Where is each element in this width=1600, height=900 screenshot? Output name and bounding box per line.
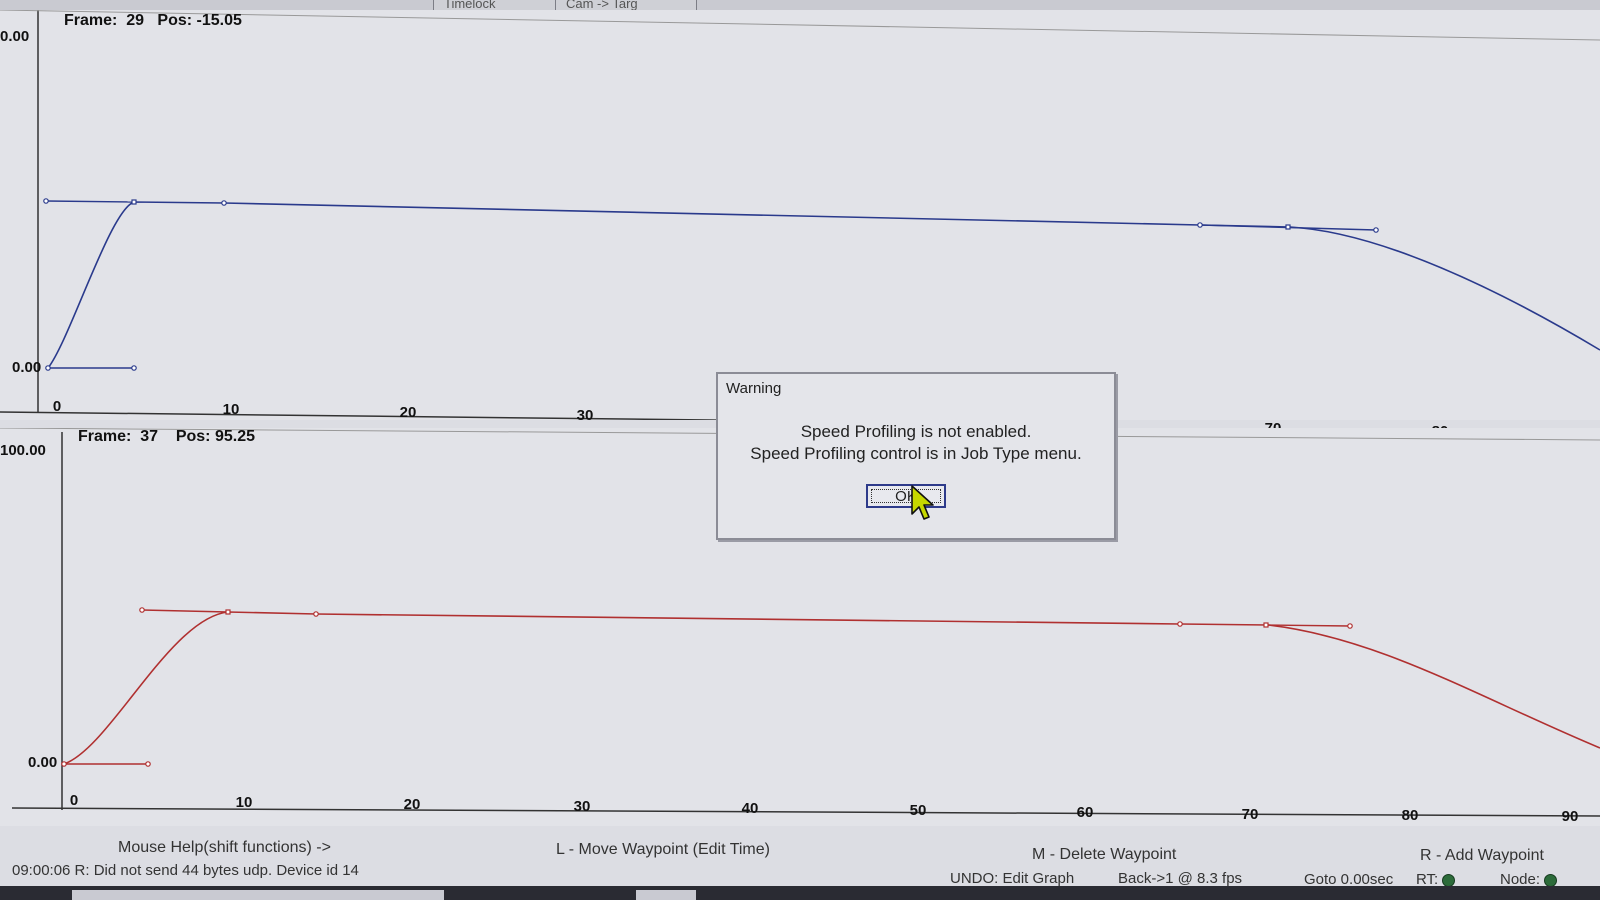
top-waypoint-7 — [1373, 227, 1379, 233]
bottom-x-tick-10: 10 — [235, 794, 253, 811]
taskbar-segment-2[interactable] — [636, 890, 696, 900]
top-graph-plot[interactable] — [0, 10, 1600, 420]
top-waypoint-4 — [221, 200, 227, 206]
bottom-taskbar-strip — [0, 886, 1600, 900]
bottom-x-tick-80: 80 — [1401, 807, 1419, 824]
taskbar-segment-1[interactable] — [72, 890, 444, 900]
top-waypoint-1 — [131, 365, 137, 371]
top-x-tick-10: 10 — [222, 401, 240, 418]
bottom-waypoint-4 — [313, 611, 319, 617]
mouse-help-text: Mouse Help(shift functions) -> — [118, 839, 331, 856]
top-y-max-label: 0.00 — [0, 28, 30, 45]
top-x-tick-0: 0 — [52, 398, 62, 415]
status-log-message: 09:00:06 R: Did not send 44 bytes udp. D… — [12, 862, 359, 879]
bottom-waypoint-5 — [1177, 621, 1183, 627]
top-waypoint-3 — [131, 199, 137, 205]
bottom-waypoint-0 — [61, 761, 67, 767]
top-waypoint-2 — [43, 198, 49, 204]
top-graph-panel[interactable]: Frame: 29 Pos: -15.05 0.00 0.00 0 10 20 … — [0, 10, 1600, 440]
bottom-y-min-label: 0.00 — [28, 754, 58, 771]
bottom-x-tick-70: 70 — [1241, 806, 1259, 823]
bottom-x-tick-20: 20 — [403, 796, 421, 813]
bottom-x-tick-40: 40 — [741, 800, 759, 817]
bottom-waypoint-2 — [139, 607, 145, 613]
bottom-waypoint-1 — [145, 761, 151, 767]
dialog-message-line-1: Speed Profiling is not enabled. — [800, 422, 1032, 441]
bottom-waypoint-7 — [1347, 623, 1353, 629]
top-waypoint-5 — [1197, 222, 1203, 228]
bottom-y-max-label: 100.00 — [0, 442, 46, 459]
bottom-waypoint-6 — [1263, 622, 1269, 628]
top-x-tick-20: 20 — [399, 404, 417, 421]
undo-status[interactable]: UNDO: Edit Graph — [950, 870, 1074, 887]
mouse-cursor-icon — [911, 485, 934, 520]
top-y-min-label: 0.00 — [12, 359, 42, 376]
top-position-curve — [47, 201, 1600, 369]
bottom-x-tick-60: 60 — [1076, 804, 1094, 821]
top-waypoint-6 — [1285, 224, 1291, 230]
top-tangent-handle-high — [45, 200, 135, 203]
left-click-help: L - Move Waypoint (Edit Time) — [556, 841, 770, 858]
bottom-x-tick-50: 50 — [909, 802, 927, 819]
middle-click-help: M - Delete Waypoint — [1032, 846, 1177, 863]
rt-led-icon — [1442, 873, 1456, 887]
bottom-x-tick-0: 0 — [69, 792, 79, 809]
dialog-message-line-2: Speed Profiling control is in Job Type m… — [750, 444, 1082, 463]
right-click-help: R - Add Waypoint — [1420, 847, 1544, 864]
top-waypoint-0 — [45, 365, 51, 371]
node-led-icon — [1544, 873, 1558, 887]
bottom-tangent-handle-high — [141, 609, 229, 613]
bottom-frame-readout: Frame: 37 Pos: 95.25 — [78, 428, 255, 445]
bottom-x-tick-30: 30 — [573, 798, 591, 815]
dialog-title: Warning — [726, 380, 782, 397]
bottom-x-tick-90: 90 — [1561, 808, 1579, 825]
top-x-tick-30: 30 — [576, 407, 594, 424]
bottom-tangent-handle-end — [1267, 624, 1351, 627]
bottom-waypoint-3 — [225, 609, 231, 615]
back-fps-status[interactable]: Back->1 @ 8.3 fps — [1118, 870, 1242, 887]
top-frame-readout: Frame: 29 Pos: -15.05 — [64, 12, 242, 29]
bottom-speed-curve — [63, 611, 1600, 765]
